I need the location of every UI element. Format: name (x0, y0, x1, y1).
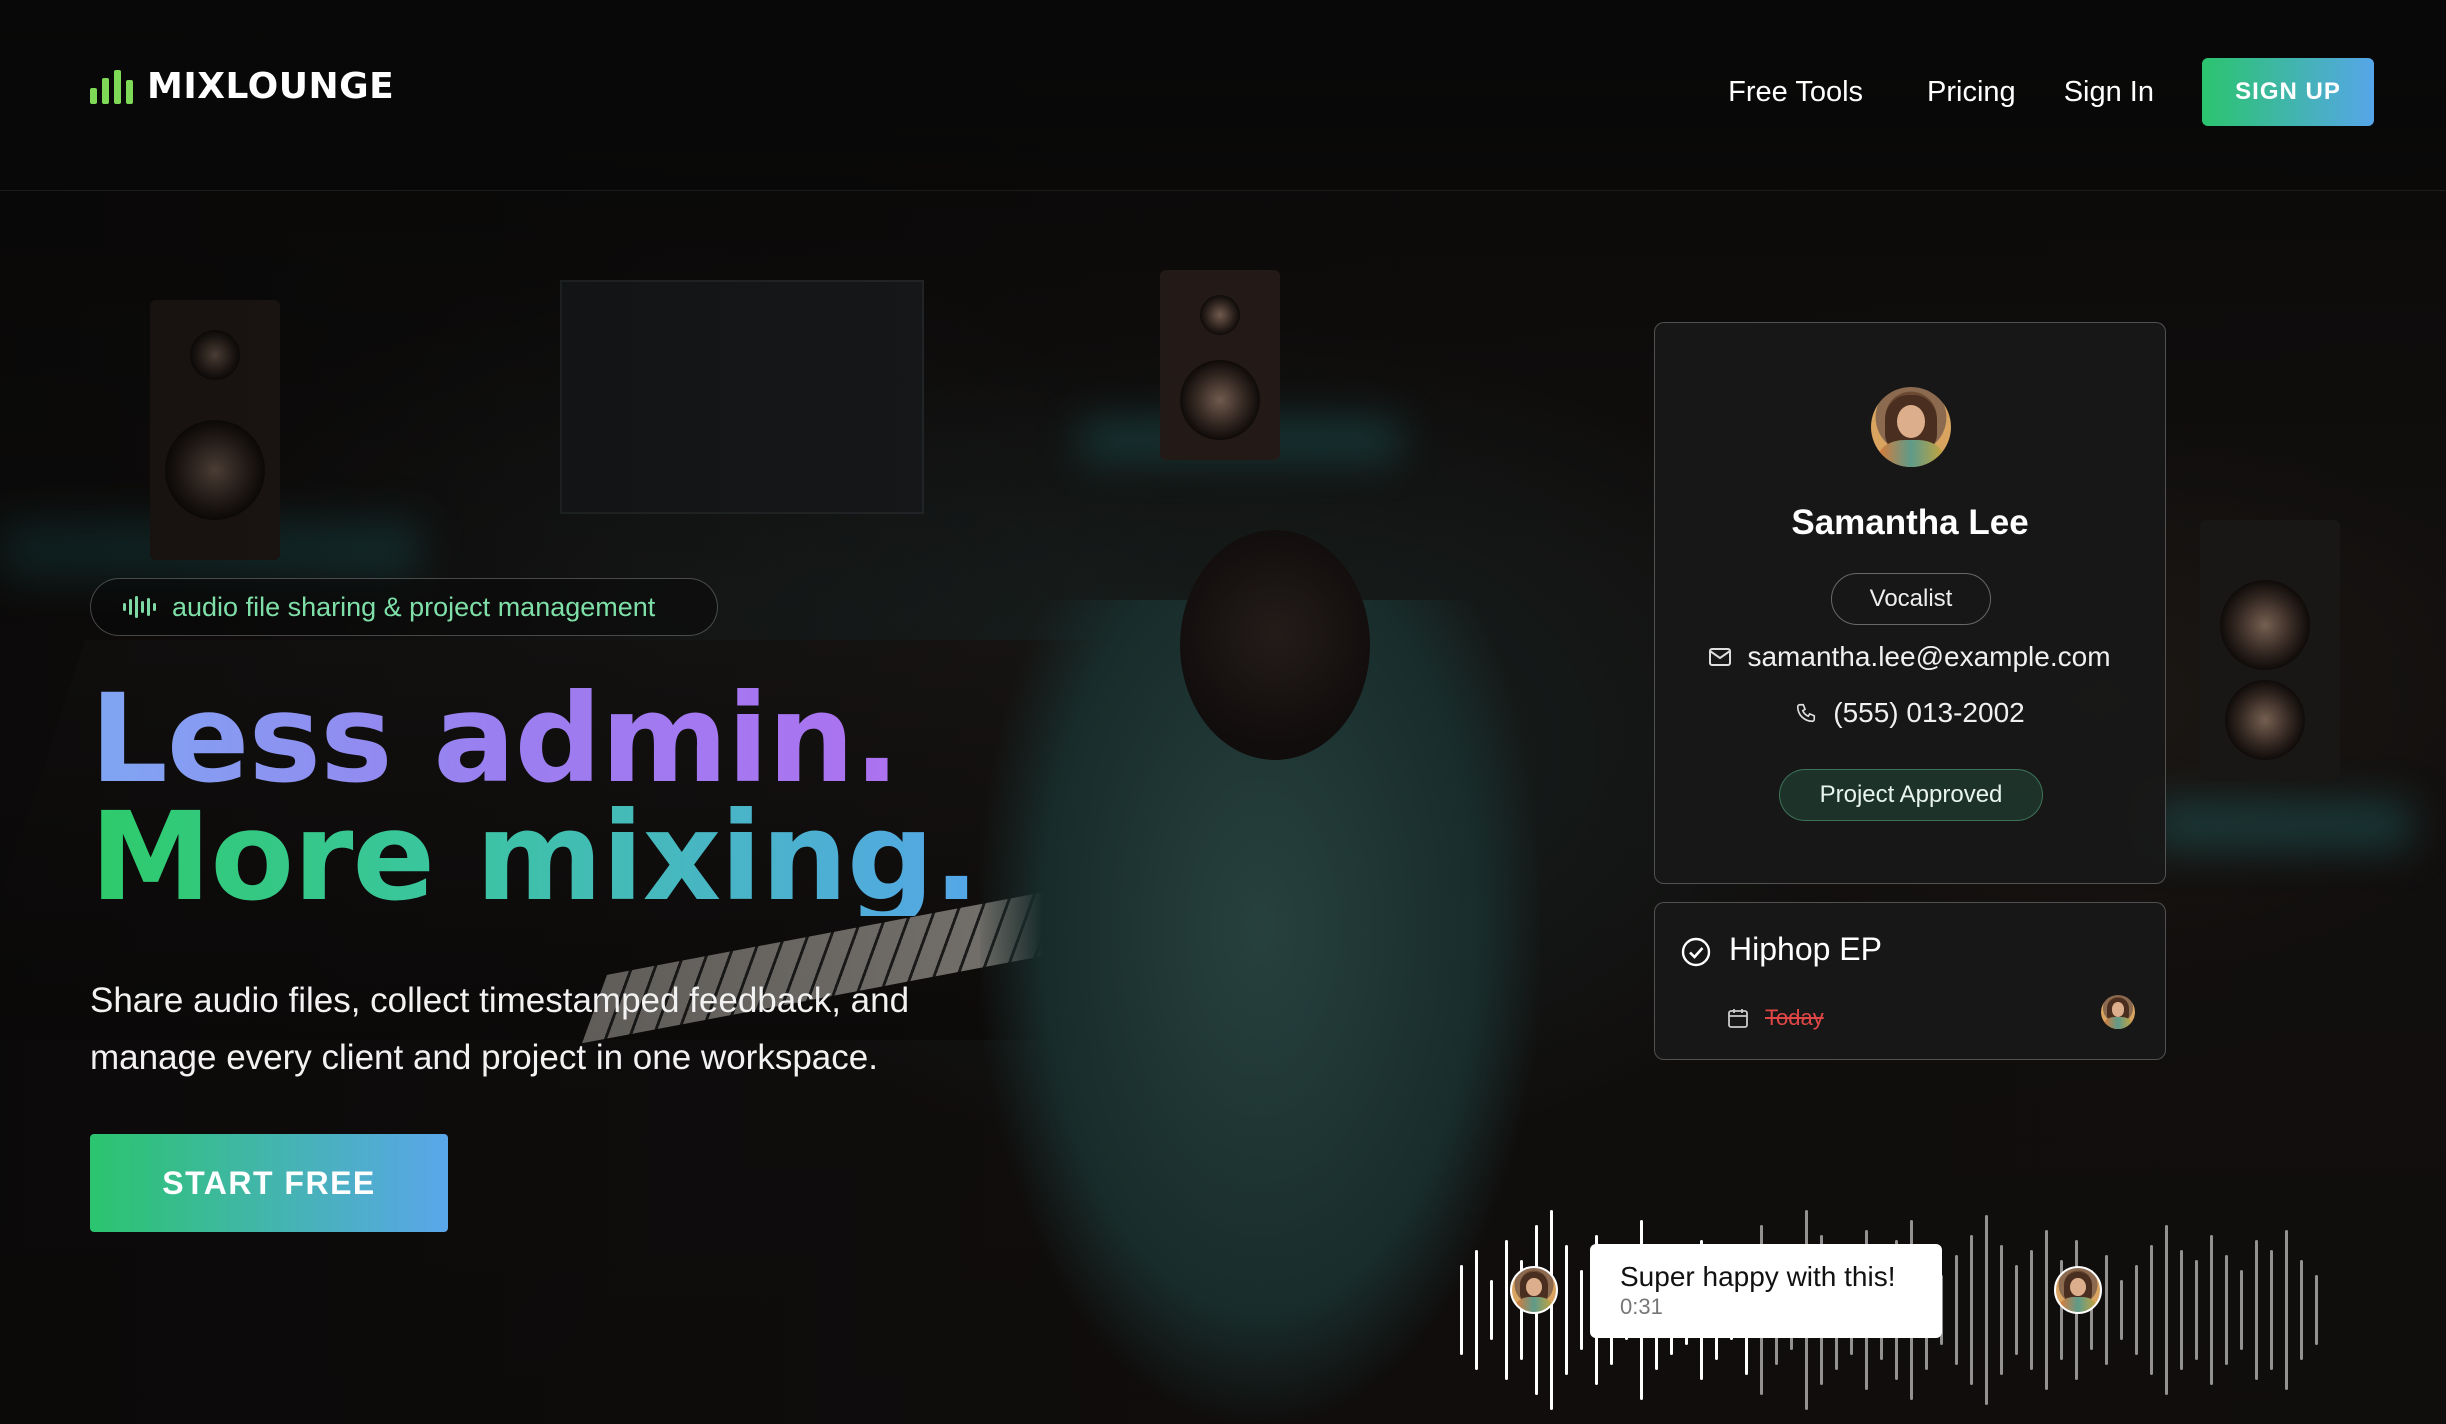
check-circle-icon[interactable] (1681, 937, 1711, 967)
hero-headline: Less admin. More mixing. (90, 678, 980, 928)
waveform-bar (2300, 1260, 2303, 1360)
waveform-bar (2210, 1235, 2213, 1385)
hero-subtext: Share audio files, collect timestamped f… (90, 981, 910, 1077)
waveform-bar (2285, 1230, 2288, 1390)
waveform-bar (1490, 1280, 1493, 1340)
start-free-button[interactable]: START FREE (90, 1134, 448, 1232)
waveform-bar (2045, 1230, 2048, 1390)
comment-text: Super happy with this! (1620, 1261, 1896, 1292)
client-role-badge: Vocalist (1831, 573, 1991, 625)
waveform-bar (2195, 1260, 2198, 1360)
main-nav: Free Tools Pricing Sign In SIGN UP (1728, 58, 2374, 126)
waveform-bar (1565, 1245, 1568, 1375)
waveform-bar (2225, 1255, 2228, 1365)
mail-icon (1709, 648, 1732, 666)
client-profile-card: Samantha Lee Vocalist samantha.lee@examp… (1654, 322, 2166, 884)
waveform-bar (1475, 1250, 1478, 1370)
brand-logo[interactable]: MIXLOUNGE (90, 66, 394, 107)
waveform-bar (1955, 1255, 1958, 1365)
calendar-icon (1728, 1009, 1748, 1028)
equalizer-icon (90, 69, 133, 104)
nav-sign-in-link[interactable]: Sign In (2064, 76, 2154, 109)
waveform-bar (2030, 1250, 2033, 1370)
assignee-avatar (2101, 995, 2135, 1029)
comment-timestamp: 0:31 (1620, 1294, 1663, 1319)
waveform-bar (2315, 1275, 2318, 1345)
waveform-bar (2165, 1225, 2168, 1395)
comment-marker-avatar-2[interactable] (2054, 1266, 2102, 1314)
client-avatar (1871, 387, 1951, 467)
client-phone-row: (555) 013-2002 (1655, 697, 2165, 729)
task-title: Hiphop EP (1729, 931, 1882, 967)
waveform-bar (2240, 1270, 2243, 1350)
waveform-icon (123, 596, 156, 618)
client-phone[interactable]: (555) 013-2002 (1833, 697, 2024, 729)
project-status-badge: Project Approved (1779, 769, 2043, 821)
waveform-bar (1580, 1270, 1583, 1350)
tagline-pill: audio file sharing & project management (90, 578, 718, 636)
nav-free-tools-link[interactable]: Free Tools (1728, 76, 1863, 109)
waveform-bar (2135, 1265, 2138, 1355)
comment-marker-avatar[interactable] (1510, 1266, 1558, 1314)
waveform-bar (2180, 1250, 2183, 1370)
phone-icon (1797, 703, 1816, 723)
waveform-bar (2105, 1255, 2108, 1365)
waveform-bar (2150, 1245, 2153, 1375)
client-name: Samantha Lee (1791, 503, 2029, 542)
waveform-bar (1460, 1265, 1463, 1355)
headline-line-1: Less admin. (90, 678, 979, 800)
waveform-bar (2120, 1280, 2123, 1340)
timestamp-comment-bubble[interactable]: Super happy with this! 0:31 (1590, 1244, 1942, 1338)
top-nav-bar: MIXLOUNGE Free Tools Pricing Sign In SIG… (0, 0, 2446, 191)
headline-line-2: More mixing. (90, 786, 980, 928)
waveform-bar (2255, 1240, 2258, 1380)
waveform-bar (2000, 1245, 2003, 1375)
waveform-bar (1970, 1235, 1973, 1385)
waveform-bar (2270, 1250, 2273, 1370)
project-task-card[interactable]: Hiphop EP Today (1654, 902, 2166, 1060)
tagline-text: audio file sharing & project management (172, 591, 656, 622)
task-due-date: Today (1765, 1005, 1824, 1030)
waveform-bar (1505, 1240, 1508, 1380)
sign-up-button[interactable]: SIGN UP (2202, 58, 2374, 126)
client-email[interactable]: samantha.lee@example.com (1747, 641, 2110, 673)
waveform-bar (2015, 1265, 2018, 1355)
nav-pricing-link[interactable]: Pricing (1927, 76, 2016, 109)
waveform-bar (1985, 1215, 1988, 1405)
client-email-row: samantha.lee@example.com (1655, 641, 2165, 673)
brand-name: MIXLOUNGE (147, 66, 395, 107)
